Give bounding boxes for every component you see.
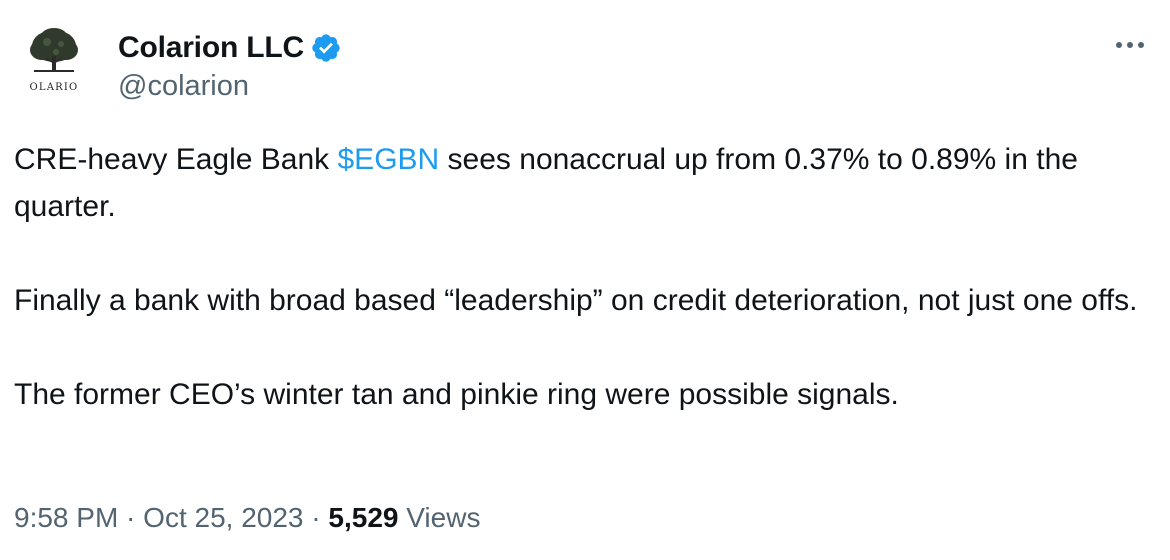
more-dot-icon (1138, 42, 1144, 48)
meta-separator: · (118, 502, 144, 533)
verified-badge-icon (310, 32, 342, 64)
tweet-text-segment: CRE-heavy Eagle Bank (14, 143, 338, 176)
author-name-row: Colarion LLC (118, 28, 342, 68)
more-dot-icon (1127, 42, 1133, 48)
more-options-button[interactable] (1110, 30, 1150, 60)
tree-logo-icon: OLARIO (30, 28, 79, 93)
tweet-meta: 9:58 PM · Oct 25, 2023 · 5,529 Views (14, 502, 480, 534)
tweet-paragraph: CRE-heavy Eagle Bank $EGBN sees nonaccru… (14, 136, 1154, 230)
avatar[interactable]: OLARIO (12, 22, 96, 106)
avatar-wordmark: OLARIO (30, 82, 79, 93)
tweet-paragraph: Finally a bank with broad based “leaders… (14, 284, 1138, 317)
tweet-paragraph: The former CEO’s winter tan and pinkie r… (14, 378, 899, 411)
views-label: Views (398, 502, 481, 533)
author-display-name[interactable]: Colarion LLC (118, 31, 304, 65)
views-count: 5,529 (328, 502, 399, 533)
tweet-time[interactable]: 9:58 PM (14, 502, 118, 533)
cashtag-link[interactable]: $EGBN (338, 143, 440, 176)
meta-separator: · (303, 502, 329, 533)
tweet-date[interactable]: Oct 25, 2023 (143, 502, 303, 533)
more-dot-icon (1116, 42, 1122, 48)
tweet-text: CRE-heavy Eagle Bank $EGBN sees nonaccru… (14, 136, 1154, 418)
author-handle[interactable]: @colarion (118, 70, 249, 103)
tweet: OLARIO Colarion LLC @colarion CRE-heavy … (0, 0, 1170, 560)
